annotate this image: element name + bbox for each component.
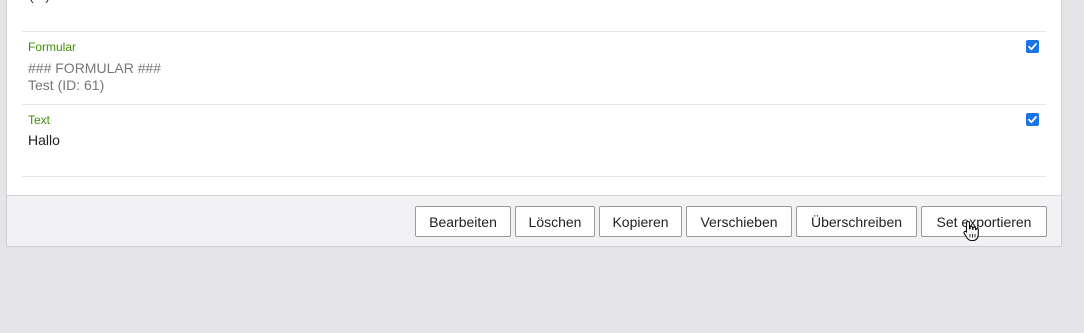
export-set-button[interactable]: Set exportieren (921, 206, 1047, 237)
item-line: ### FORMULAR ### (28, 60, 162, 76)
list-item-formular: Formular ### FORMULAR ### Test (ID: 61) (22, 31, 1046, 104)
item-line: Test (ID: 61) (28, 77, 105, 93)
item-checkbox[interactable] (1026, 40, 1039, 53)
partial-text: (...) ... (29, 0, 66, 3)
checkmark-icon (1028, 116, 1037, 124)
edit-button[interactable]: Bearbeiten (415, 206, 511, 237)
panel-body: (...) ... Formular ### FORMULAR ### Test… (7, 0, 1061, 195)
item-type-label: Formular (28, 40, 77, 54)
move-button[interactable]: Verschieben (686, 206, 792, 237)
checkmark-icon (1028, 43, 1037, 51)
divider (22, 176, 1046, 177)
delete-button[interactable]: Löschen (515, 206, 595, 237)
list-item-text: Text Hallo (22, 104, 1046, 176)
item-type-label: Text (28, 113, 51, 127)
hand-cursor-icon (963, 220, 979, 242)
overwrite-button[interactable]: Überschreiben (796, 206, 917, 237)
copy-button[interactable]: Kopieren (599, 206, 682, 237)
item-line: Hallo (28, 132, 60, 148)
partial-row-text: (...) ... (29, 0, 1039, 3)
content-panel: (...) ... Formular ### FORMULAR ### Test… (6, 0, 1062, 247)
item-checkbox[interactable] (1026, 113, 1039, 126)
action-footer: Bearbeiten Löschen Kopieren Verschieben … (7, 195, 1061, 246)
